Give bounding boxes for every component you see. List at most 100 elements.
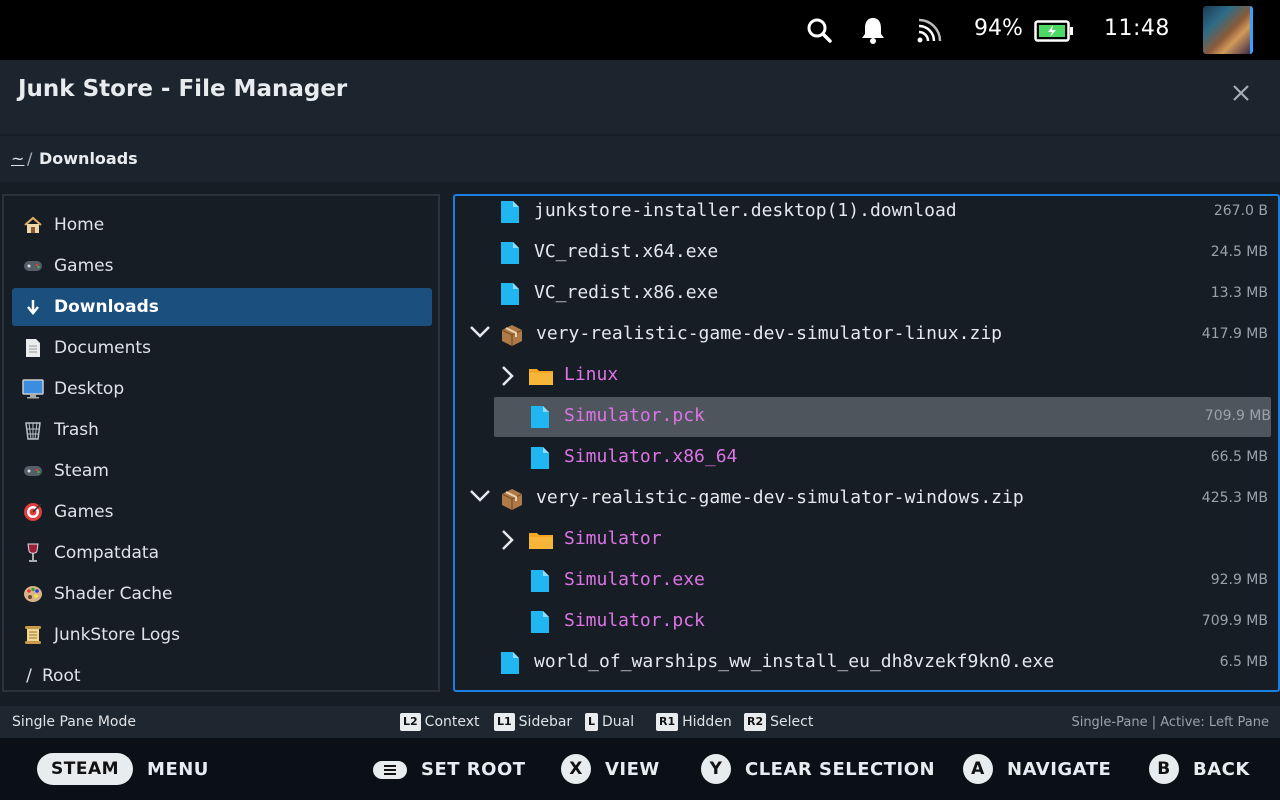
footer-label: NAVIGATE	[1007, 758, 1112, 780]
file-name: junkstore-installer.desktop(1).download	[534, 200, 957, 221]
file-list-pane[interactable]: junkstore-installer.desktop(1).download …	[453, 194, 1280, 692]
sidebar-item-games[interactable]: Games	[12, 247, 432, 285]
file-size: 13.3 MB	[1210, 285, 1268, 301]
folder-row[interactable]: Linux	[455, 356, 1278, 396]
title-bar: Junk Store - File Manager	[0, 60, 1280, 134]
footer-label: CLEAR SELECTION	[745, 758, 936, 780]
file-name: Simulator.pck	[564, 610, 705, 631]
sidebar-item-label: Trash	[54, 420, 99, 440]
hint-hidden: R1 Hidden	[656, 713, 732, 731]
archive-row[interactable]: very-realistic-game-dev-simulator-linux.…	[455, 315, 1278, 355]
chevron-right-icon[interactable]	[501, 529, 515, 551]
close-icon	[1233, 85, 1249, 101]
sidebar-item-home[interactable]: Home	[12, 206, 432, 244]
sidebar-item-desktop[interactable]: Desktop	[12, 370, 432, 408]
pane-mode-label: Single Pane Mode	[12, 714, 136, 730]
file-row[interactable]: Simulator.exe 92.9 MB	[455, 561, 1278, 601]
footer-label: BACK	[1193, 758, 1250, 780]
chevron-down-icon[interactable]	[469, 489, 491, 503]
file-name: Simulator.x86_64	[564, 446, 738, 467]
folder-row[interactable]: Simulator	[455, 520, 1278, 560]
footer-label: VIEW	[605, 758, 660, 780]
sidebar-item-root[interactable]: / Root	[12, 657, 432, 690]
sidebar-item-label: Games	[54, 502, 114, 522]
sidebar-item-trash[interactable]: Trash	[12, 411, 432, 449]
steam-menu-button[interactable]: STEAM MENU	[37, 753, 209, 785]
sidebar-item-label: Downloads	[54, 297, 159, 317]
hint-label: Dual	[602, 714, 635, 730]
notification-bell-icon[interactable]	[860, 16, 886, 44]
file-row-selected[interactable]: Simulator.pck 709.9 MB	[494, 397, 1271, 437]
y-button-icon: Y	[701, 754, 731, 784]
file-manager-window: Junk Store - File Manager ~ / Downloads …	[0, 60, 1280, 738]
breadcrumb-current: Downloads	[39, 149, 138, 168]
hint-bar: Single Pane Mode L2 Context L1 Sidebar L Du…	[0, 706, 1280, 738]
house-icon	[22, 214, 44, 236]
sidebar-item-steam-games[interactable]: Games	[12, 493, 432, 531]
chevron-down-icon[interactable]	[469, 325, 491, 339]
file-row[interactable]: VC_redist.x86.exe 13.3 MB	[455, 274, 1278, 314]
file-row[interactable]: Simulator.x86_64 66.5 MB	[455, 438, 1278, 478]
file-row[interactable]: Simulator.pck 709.9 MB	[455, 602, 1278, 642]
chevron-right-icon[interactable]	[501, 365, 515, 387]
a-button-icon: A	[963, 754, 993, 784]
navigate-button[interactable]: A NAVIGATE	[963, 754, 1111, 784]
file-size: 417.9 MB	[1201, 326, 1268, 342]
file-size: 66.5 MB	[1210, 449, 1268, 465]
controller-footer: STEAM MENU SET ROOT X VIEW Y CLEAR SELEC…	[0, 738, 1280, 800]
file-row[interactable]: VC_redist.x64.exe 24.5 MB	[455, 233, 1278, 273]
view-button[interactable]: X VIEW	[561, 754, 660, 784]
sidebar[interactable]: Home Games Downloads Documents Desktop T	[2, 194, 440, 692]
sidebar-item-label: Compatdata	[54, 543, 159, 563]
target-icon	[22, 501, 44, 523]
file-icon	[501, 283, 519, 305]
sidebar-item-shader-cache[interactable]: Shader Cache	[12, 575, 432, 613]
menu-button-icon	[373, 760, 407, 779]
sidebar-item-documents[interactable]: Documents	[12, 329, 432, 367]
sidebar-item-label: Desktop	[54, 379, 125, 399]
download-arrow-icon	[22, 296, 44, 318]
file-row[interactable]: junkstore-installer.desktop(1).download …	[455, 196, 1278, 232]
file-size: 267.0 B	[1213, 203, 1268, 219]
hint-label: Hidden	[682, 714, 732, 730]
folder-name: Simulator	[564, 528, 662, 549]
file-size: 92.9 MB	[1210, 572, 1268, 588]
hint-select: R2 Select	[744, 713, 813, 731]
search-icon[interactable]	[806, 17, 832, 43]
sidebar-item-junkstore-logs[interactable]: JunkStore Logs	[12, 616, 432, 654]
file-icon	[501, 242, 519, 264]
file-size: 709.9 MB	[1201, 613, 1268, 629]
x-button-icon: X	[561, 754, 591, 784]
breadcrumb: ~ / Downloads	[0, 136, 1280, 182]
user-avatar[interactable]	[1203, 6, 1253, 54]
hint-label: Context	[424, 714, 480, 730]
back-button[interactable]: B BACK	[1149, 754, 1250, 784]
set-root-button[interactable]: SET ROOT	[373, 759, 526, 780]
package-icon	[501, 325, 523, 346]
sidebar-item-label: Games	[54, 256, 114, 276]
gamepad-icon	[22, 460, 44, 482]
palette-icon	[22, 583, 44, 605]
sidebar-item-downloads[interactable]: Downloads	[12, 288, 432, 326]
file-size: 425.3 MB	[1201, 490, 1268, 506]
sidebar-item-label: Shader Cache	[54, 584, 173, 604]
breadcrumb-home-link[interactable]: ~	[11, 149, 24, 168]
folder-name: Linux	[564, 364, 619, 385]
wastebasket-icon	[22, 419, 44, 441]
battery-charging-icon	[1034, 20, 1073, 42]
file-name: VC_redist.x64.exe	[534, 241, 719, 262]
b-button-icon: B	[1149, 754, 1179, 784]
sidebar-item-steam[interactable]: Steam	[12, 452, 432, 490]
clear-selection-button[interactable]: Y CLEAR SELECTION	[701, 754, 935, 784]
file-row[interactable]: world_of_warships_ww_install_eu_dh8vzekf…	[455, 643, 1278, 683]
file-icon	[531, 611, 549, 633]
file-icon	[501, 201, 519, 223]
clock: 11:48	[1104, 16, 1170, 41]
file-icon	[501, 652, 519, 674]
sidebar-item-compatdata[interactable]: Compatdata	[12, 534, 432, 572]
r2-button-icon: R2	[744, 713, 767, 731]
close-button[interactable]	[1226, 78, 1256, 108]
hint-sidebar: L1 Sidebar	[494, 713, 572, 731]
breadcrumb-separator: /	[27, 149, 33, 168]
archive-row[interactable]: very-realistic-game-dev-simulator-window…	[455, 479, 1278, 519]
